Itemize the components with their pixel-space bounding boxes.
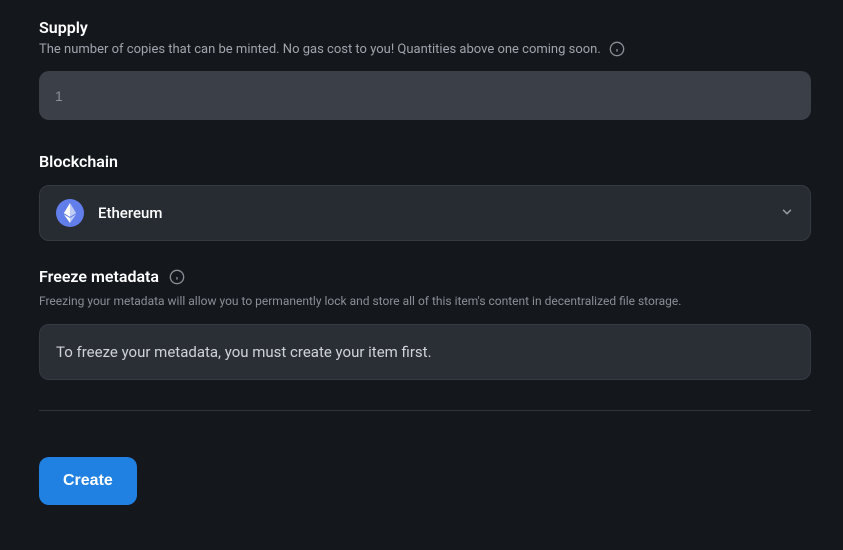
chevron-down-icon (780, 204, 794, 223)
freeze-label-row: Freeze metadata (39, 267, 811, 286)
freeze-section: Freeze metadata Freezing your metadata w… (39, 267, 811, 380)
blockchain-select[interactable]: Ethereum (39, 185, 811, 241)
create-button[interactable]: Create (39, 457, 137, 505)
supply-section: Supply The number of copies that can be … (39, 18, 811, 120)
blockchain-label: Blockchain (39, 152, 811, 171)
ethereum-icon (56, 199, 84, 227)
supply-label: Supply (39, 18, 811, 37)
freeze-label: Freeze metadata (39, 267, 159, 286)
info-icon[interactable] (169, 269, 185, 285)
blockchain-select-left: Ethereum (56, 199, 162, 227)
blockchain-selected-value: Ethereum (98, 204, 162, 222)
freeze-notice: To freeze your metadata, you must create… (39, 324, 811, 380)
supply-description-text: The number of copies that can be minted.… (39, 42, 601, 57)
supply-input[interactable] (39, 71, 811, 120)
blockchain-section: Blockchain Ethereum (39, 152, 811, 241)
freeze-description: Freezing your metadata will allow you to… (39, 294, 811, 308)
info-icon[interactable] (609, 41, 625, 57)
divider (39, 410, 811, 411)
supply-description: The number of copies that can be minted.… (39, 41, 811, 57)
